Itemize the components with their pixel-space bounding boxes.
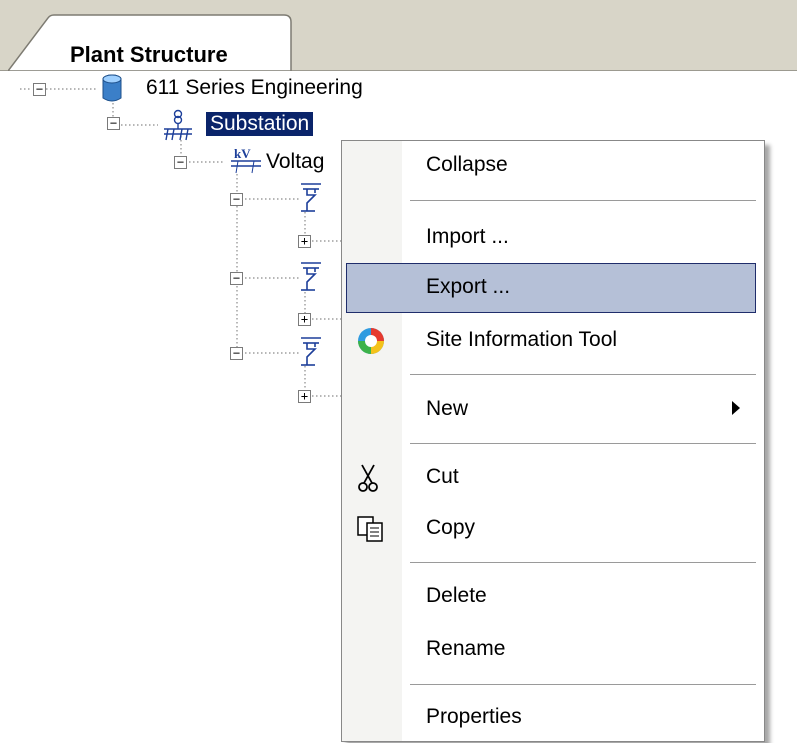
tree-node-substation[interactable]: Substation (206, 112, 314, 136)
menu-item-copy[interactable]: Copy (342, 504, 764, 554)
database-icon (100, 74, 124, 109)
menu-item-label: Copy (426, 516, 476, 539)
menu-item-cut[interactable]: Cut (342, 453, 764, 503)
menu-separator (410, 562, 756, 564)
menu-item-export[interactable]: Export ... (342, 263, 764, 313)
tab-bar: Plant Structure (0, 0, 797, 71)
menu-separator (410, 443, 756, 445)
menu-item-label: Delete (426, 584, 487, 607)
menu-item-label: Rename (426, 637, 506, 660)
tree-node-voltage[interactable]: Voltag (266, 150, 324, 174)
bay-1-child-expander[interactable]: + (298, 235, 311, 248)
bay-icon (299, 335, 323, 372)
tab-plant-structure[interactable]: Plant Structure (8, 14, 292, 71)
submenu-arrow-icon (732, 401, 740, 415)
bay-icon (299, 181, 323, 218)
substation-icon (160, 108, 196, 147)
bay-3-expander[interactable]: − (230, 347, 243, 360)
menu-item-new[interactable]: New (342, 385, 764, 435)
site-information-tool-icon (356, 326, 386, 361)
tab-label: Plant Structure (70, 42, 228, 67)
menu-item-delete[interactable]: Delete (342, 572, 764, 622)
bay-2-child-expander[interactable]: + (298, 313, 311, 326)
menu-item-label: Collapse (426, 153, 508, 176)
menu-highlight (346, 263, 756, 313)
bay-2-expander[interactable]: − (230, 272, 243, 285)
menu-separator (410, 200, 756, 202)
tree-node-root[interactable]: 611 Series Engineering (146, 76, 363, 100)
voltage-level-icon: kV (229, 146, 263, 179)
menu-item-label: Export ... (426, 275, 511, 298)
menu-separator (410, 374, 756, 376)
substation-expander[interactable]: − (107, 117, 120, 130)
root-expander[interactable]: − (33, 83, 46, 96)
menu-item-label: Properties (426, 705, 522, 728)
svg-text:kV: kV (234, 146, 251, 161)
menu-item-import[interactable]: Import ... (342, 213, 764, 263)
menu-item-label: Cut (426, 465, 459, 488)
bay-3-child-expander[interactable]: + (298, 390, 311, 403)
bay-1-expander[interactable]: − (230, 193, 243, 206)
voltage-expander[interactable]: − (174, 156, 187, 169)
menu-item-collapse[interactable]: Collapse (342, 141, 764, 191)
menu-item-rename[interactable]: Rename (342, 625, 764, 675)
context-menu: Collapse Import ... Export ... Site Info… (341, 140, 765, 742)
scissors-icon (356, 463, 380, 498)
menu-item-properties[interactable]: Properties (342, 693, 764, 743)
copy-icon (356, 514, 386, 549)
menu-item-label: Import ... (426, 225, 509, 248)
bay-icon (299, 260, 323, 297)
menu-item-site-information-tool[interactable]: Site Information Tool (342, 316, 764, 366)
menu-item-label: Site Information Tool (426, 328, 618, 351)
menu-item-label: New (426, 397, 469, 420)
menu-separator (410, 684, 756, 686)
